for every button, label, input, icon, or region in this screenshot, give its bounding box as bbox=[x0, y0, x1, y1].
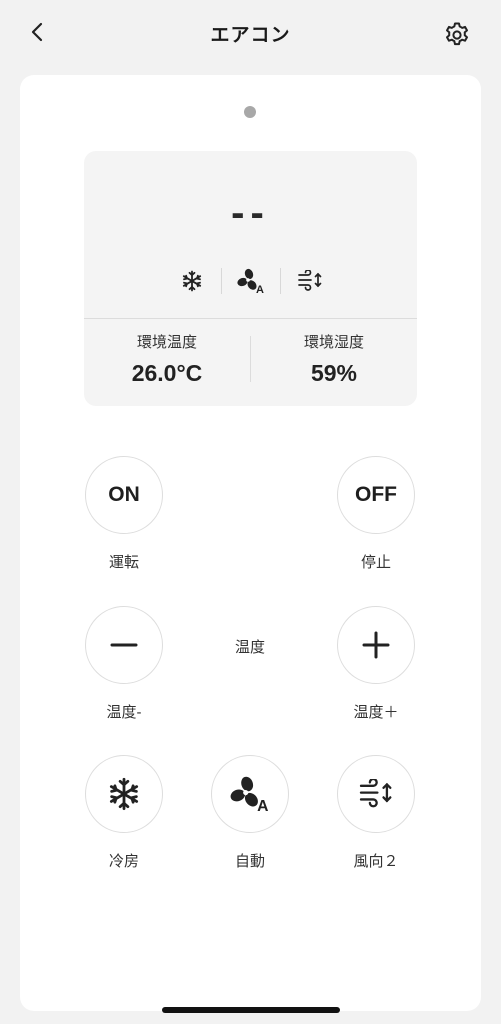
minus-icon bbox=[110, 643, 138, 647]
swing-icon bbox=[359, 779, 392, 808]
power-on-text: ON bbox=[108, 483, 140, 506]
top-bar: エアコン bbox=[0, 0, 501, 62]
page-indicator-dot bbox=[244, 106, 256, 118]
auto-mode-button[interactable]: A bbox=[211, 755, 289, 833]
remote-card: -- A 環境温度 26.0°C 環境湿度 59% ON 運転 OFF 停止 温… bbox=[20, 75, 481, 1011]
panel-divider bbox=[84, 318, 417, 319]
snowflake-icon bbox=[163, 267, 221, 295]
temp-up-button[interactable] bbox=[337, 606, 415, 684]
auto-mode-label: 自動 bbox=[234, 853, 265, 870]
snowflake-icon bbox=[109, 777, 139, 811]
temp-up-label: 温度＋ bbox=[353, 704, 399, 721]
fan-auto-icon: A bbox=[222, 267, 280, 295]
mode-icons-row: A bbox=[84, 265, 417, 297]
power-on-label: 運転 bbox=[108, 554, 139, 571]
ambient-humidity: 環境湿度 59% bbox=[251, 331, 417, 387]
cool-mode-label: 冷房 bbox=[108, 853, 139, 870]
home-indicator[interactable] bbox=[162, 1007, 340, 1013]
power-off-text: OFF bbox=[355, 483, 397, 506]
temp-down-button[interactable] bbox=[85, 606, 163, 684]
ambient-humidity-value: 59% bbox=[310, 360, 358, 386]
temp-down-label: 温度- bbox=[106, 704, 142, 721]
power-on-button[interactable]: ON bbox=[85, 456, 163, 534]
setpoint-display: -- bbox=[231, 191, 270, 235]
cool-mode-button[interactable] bbox=[85, 755, 163, 833]
ambient-temp-value: 26.0°C bbox=[131, 360, 203, 386]
ambient-temperature: 環境温度 26.0°C bbox=[84, 331, 250, 387]
page-title: エアコン bbox=[210, 25, 291, 46]
swing-icon bbox=[281, 267, 339, 295]
settings-button[interactable] bbox=[440, 18, 474, 52]
swing-button[interactable] bbox=[337, 755, 415, 833]
fan-auto-icon: A bbox=[230, 776, 268, 813]
svg-text:A: A bbox=[257, 798, 268, 813]
swing-label: 風向２ bbox=[353, 853, 399, 870]
power-off-label: 停止 bbox=[360, 554, 391, 571]
power-off-button[interactable]: OFF bbox=[337, 456, 415, 534]
gear-icon bbox=[446, 22, 468, 46]
plus-icon bbox=[362, 631, 390, 659]
ambient-humidity-label: 環境湿度 bbox=[303, 334, 364, 351]
status-panel: -- A 環境温度 26.0°C 環境湿度 59% bbox=[84, 151, 417, 406]
ambient-temp-label: 環境温度 bbox=[136, 334, 197, 351]
temperature-title: 温度 bbox=[234, 639, 265, 656]
svg-text:A: A bbox=[256, 284, 264, 294]
